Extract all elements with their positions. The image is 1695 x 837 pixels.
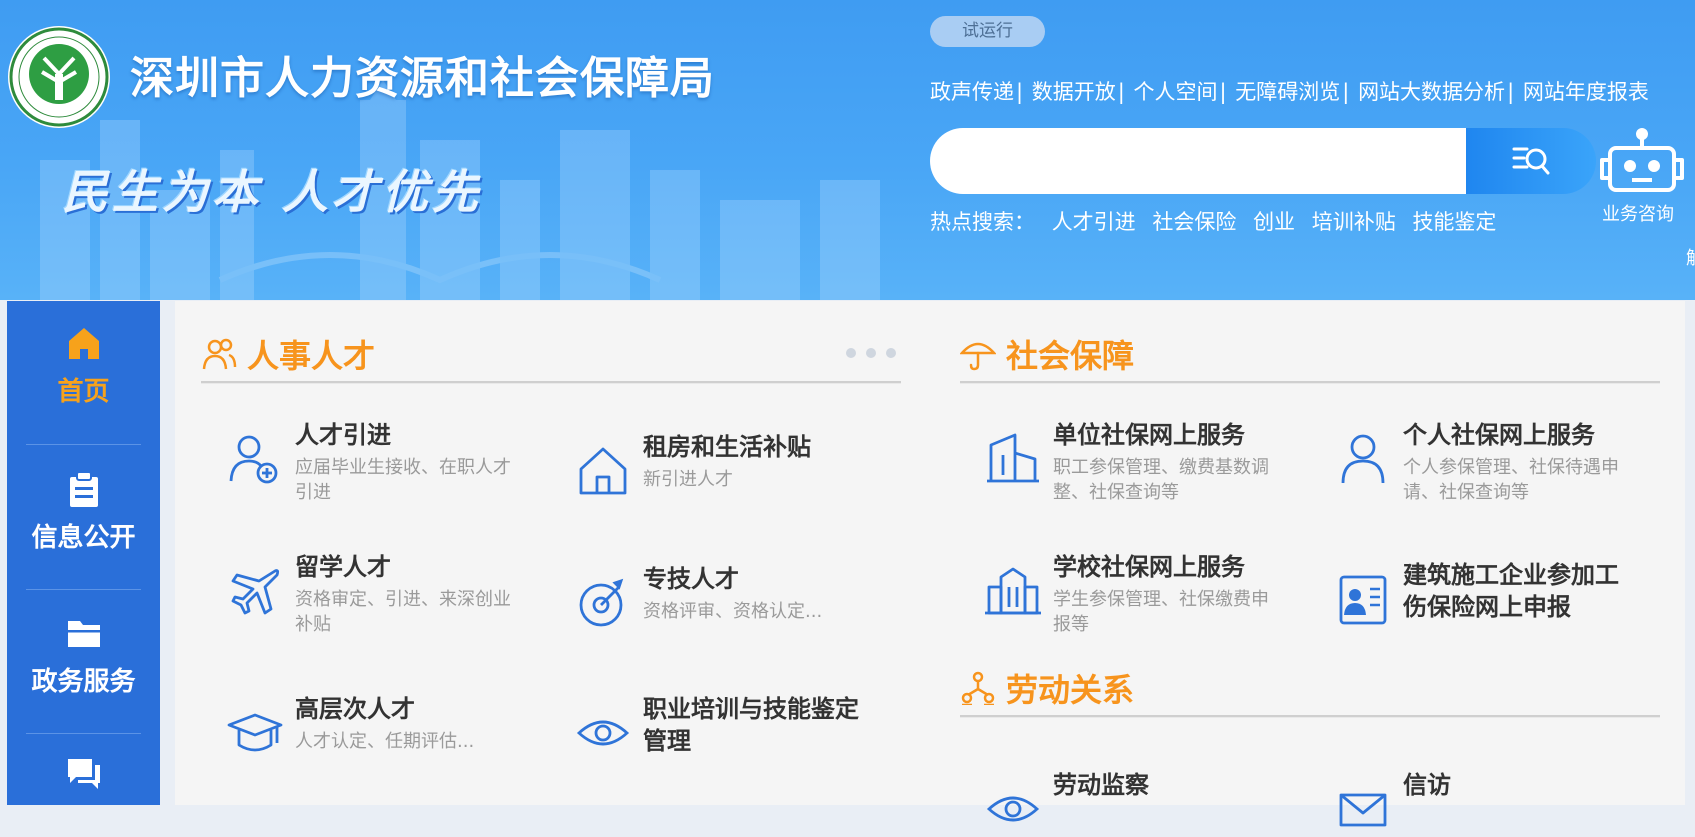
nav-home[interactable]: 首页 bbox=[7, 323, 160, 408]
section-social-header[interactable]: 社会保障 bbox=[960, 331, 1134, 377]
people-icon bbox=[202, 338, 237, 370]
item-overseas-talent[interactable]: 留学人才 资格审定、引进、来深创业补贴 bbox=[227, 551, 527, 637]
item-title: 信访 bbox=[1403, 771, 1451, 799]
link-annual-report[interactable]: 网站年度报表 bbox=[1523, 80, 1649, 104]
worker-card-icon bbox=[1339, 575, 1387, 625]
item-title: 留学人才 bbox=[295, 553, 391, 581]
hot-keyword-startup[interactable]: 创业 bbox=[1253, 210, 1295, 234]
clipboard-icon bbox=[69, 471, 98, 507]
item-desc: 资格审定、引进、来深创业补贴 bbox=[295, 589, 511, 635]
item-desc: 应届毕业生接收、在职人才引进 bbox=[295, 457, 511, 503]
item-rent-subsidy[interactable]: 租房和生活补贴 新引进人才 bbox=[575, 431, 875, 499]
item-unit-social-insurance[interactable]: 单位社保网上服务 职工参保管理、缴费基数调整、社保查询等 bbox=[985, 419, 1285, 505]
item-school-social-insurance[interactable]: 学校社保网上服务 学生参保管理、社保缴费申报等 bbox=[985, 551, 1285, 637]
item-construction-injury-insurance[interactable]: 建筑施工企业参加工伤保险网上申报 bbox=[1335, 559, 1635, 627]
item-petition[interactable]: 信访 bbox=[1335, 769, 1635, 837]
building-icon bbox=[987, 433, 1039, 483]
graduation-cap-icon bbox=[227, 713, 283, 752]
robot-icon[interactable] bbox=[1600, 128, 1684, 198]
hot-keyword-talent[interactable]: 人才引进 bbox=[1052, 210, 1136, 234]
site-title: 深圳市人力资源和社会保障局 bbox=[130, 53, 715, 104]
item-title: 个人社保网上服务 bbox=[1403, 421, 1595, 449]
item-desc: 新引进人才 bbox=[643, 469, 733, 490]
section-personnel-title: 人事人才 bbox=[247, 337, 376, 375]
nav-home-label: 首页 bbox=[57, 377, 110, 407]
item-desc: 学生参保管理、社保缴费申报等 bbox=[1053, 589, 1269, 635]
hot-keyword-insurance[interactable]: 社会保险 bbox=[1152, 210, 1236, 234]
org-icon bbox=[961, 671, 995, 705]
item-title: 单位社保网上服务 bbox=[1053, 421, 1245, 449]
item-desc: 人才认定、任期评估... bbox=[295, 731, 475, 752]
hot-keyword-training[interactable]: 培训补贴 bbox=[1312, 210, 1396, 234]
section-labor-header[interactable]: 劳动关系 bbox=[960, 665, 1134, 711]
edge-text: 解 bbox=[1686, 244, 1695, 270]
top-links: 政声传递| 数据开放| 个人空间| 无障碍浏览| 网站大数据分析| 网站年度报表 bbox=[930, 80, 1649, 104]
hot-keyword-skill[interactable]: 技能鉴定 bbox=[1412, 210, 1496, 234]
section-divider bbox=[960, 715, 1660, 718]
item-vocational-training[interactable]: 职业培训与技能鉴定管理 bbox=[575, 693, 875, 761]
search-icon bbox=[1512, 147, 1550, 175]
trial-badge: 试运行 bbox=[930, 16, 1045, 47]
item-labor-inspection[interactable]: 劳动监察 bbox=[985, 769, 1285, 837]
nav-info-disclosure[interactable]: 信息公开 bbox=[7, 469, 160, 554]
link-accessibility[interactable]: 无障碍浏览 bbox=[1235, 80, 1340, 104]
section-personnel-header[interactable]: 人事人才 bbox=[201, 331, 375, 377]
school-icon bbox=[985, 567, 1041, 615]
item-title: 人才引进 bbox=[295, 421, 391, 449]
nav-divider bbox=[26, 733, 141, 734]
eye-icon bbox=[576, 720, 630, 746]
person-icon bbox=[1341, 434, 1385, 484]
hot-search-label: 热点搜索： bbox=[930, 210, 1035, 234]
item-desc: 个人参保管理、社保待遇申请、社保查询等 bbox=[1403, 457, 1619, 503]
eye-icon bbox=[986, 796, 1040, 822]
section-divider bbox=[201, 381, 901, 384]
mail-icon bbox=[1339, 793, 1387, 827]
link-open-data[interactable]: 数据开放 bbox=[1032, 80, 1116, 104]
item-title: 劳动监察 bbox=[1053, 771, 1149, 799]
item-professional-talent[interactable]: 专技人才 资格评审、资格认定... bbox=[575, 563, 875, 631]
section-social-title: 社会保障 bbox=[1006, 337, 1135, 375]
item-title: 高层次人才 bbox=[295, 695, 415, 723]
site-header: 深圳市人力资源和社会保障局 民生为本 人才优先 试运行 政声传递| 数据开放| … bbox=[0, 0, 1695, 300]
more-dots[interactable] bbox=[846, 348, 896, 358]
item-personal-social-insurance[interactable]: 个人社保网上服务 个人参保管理、社保待遇申请、社保查询等 bbox=[1335, 419, 1635, 505]
home-icon bbox=[68, 328, 99, 359]
target-icon bbox=[579, 578, 624, 627]
item-title: 建筑施工企业参加工伤保险网上申报 bbox=[1403, 561, 1619, 621]
chat-icon bbox=[67, 759, 100, 789]
nav-divider bbox=[26, 444, 141, 445]
hot-search: 热点搜索： 人才引进 社会保险 创业 培训补贴 技能鉴定 bbox=[930, 206, 1496, 236]
link-voice[interactable]: 政声传递 bbox=[930, 80, 1014, 104]
umbrella-icon bbox=[960, 342, 996, 371]
section-divider bbox=[960, 381, 1660, 384]
search-input[interactable] bbox=[930, 128, 1470, 194]
slogan: 民生为本 人才优先 bbox=[62, 165, 483, 219]
folder-icon bbox=[67, 621, 100, 647]
item-title: 专技人才 bbox=[643, 565, 739, 593]
bureau-logo[interactable] bbox=[8, 26, 110, 128]
item-desc: 资格评审、资格认定... bbox=[643, 601, 823, 622]
nav-divider bbox=[26, 589, 141, 590]
airplane-icon bbox=[231, 569, 280, 615]
house-icon bbox=[579, 447, 627, 495]
item-talent-introduction[interactable]: 人才引进 应届毕业生接收、在职人才引进 bbox=[227, 419, 527, 505]
section-labor-title: 劳动关系 bbox=[1006, 671, 1135, 709]
main-content: 人事人才 人才引进 应届毕业生接收、在职人才引进 租房和生活补贴 新引进人才 留… bbox=[175, 301, 1685, 827]
link-big-data[interactable]: 网站大数据分析 bbox=[1358, 80, 1505, 104]
item-title: 学校社保网上服务 bbox=[1053, 553, 1245, 581]
nav-info-label: 信息公开 bbox=[31, 523, 136, 553]
nav-gov-label: 政务服务 bbox=[31, 667, 136, 697]
user-add-icon bbox=[229, 435, 278, 484]
item-desc: 职工参保管理、缴费基数调整、社保查询等 bbox=[1053, 457, 1269, 503]
sidebar: 首页 信息公开 政务服务 bbox=[7, 301, 160, 805]
item-title: 职业培训与技能鉴定管理 bbox=[643, 695, 859, 755]
nav-interaction[interactable] bbox=[7, 753, 160, 801]
link-personal-space[interactable]: 个人空间 bbox=[1134, 80, 1218, 104]
nav-gov-services[interactable]: 政务服务 bbox=[7, 613, 160, 698]
item-high-level-talent[interactable]: 高层次人才 人才认定、任期评估... bbox=[227, 693, 527, 761]
item-title: 租房和生活补贴 bbox=[643, 433, 811, 461]
consult-label[interactable]: 业务咨询 bbox=[1602, 200, 1674, 226]
search-button[interactable] bbox=[1466, 128, 1596, 194]
